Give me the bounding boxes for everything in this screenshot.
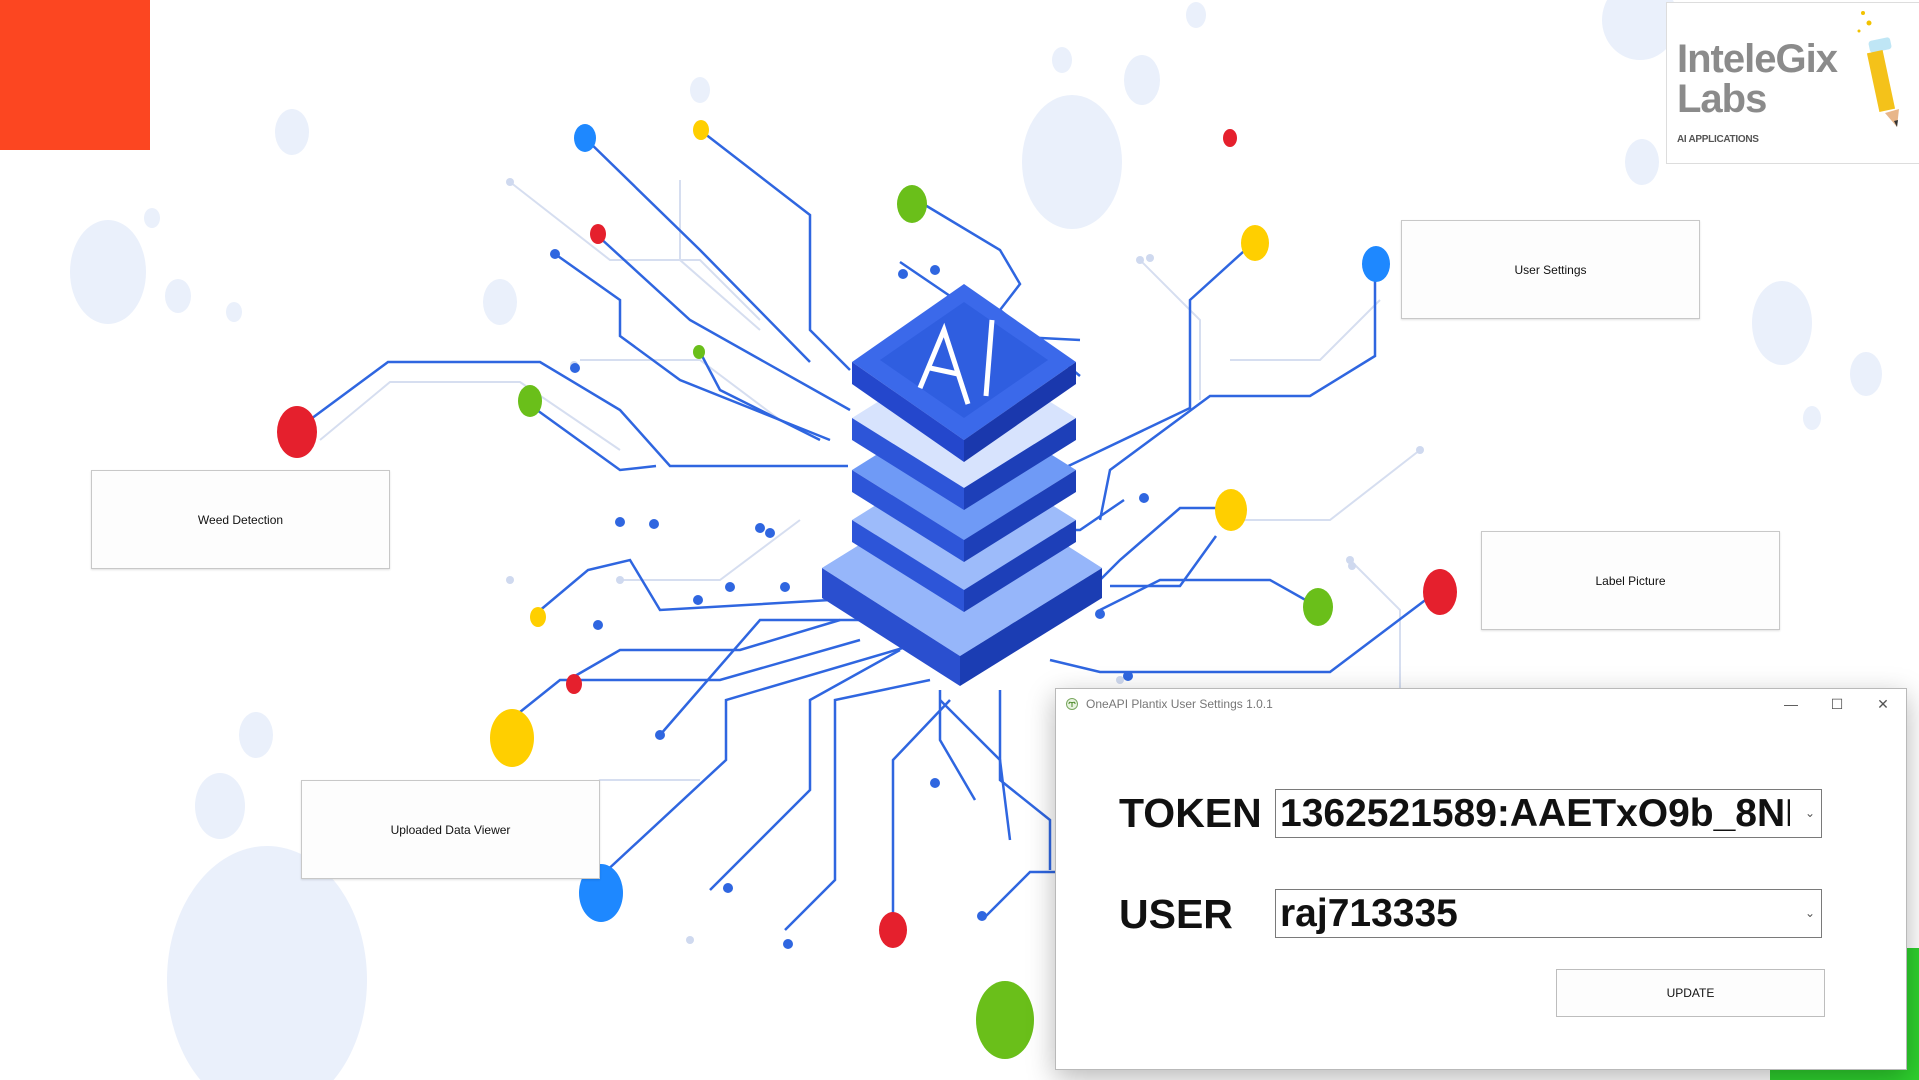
label-picture-label: Label Picture — [1595, 573, 1666, 588]
token-combobox[interactable]: 1362521589:AAETxO9b_8NL ⌄ — [1275, 789, 1822, 838]
user-combobox[interactable]: raj713335 ⌄ — [1275, 889, 1822, 938]
ai-chip-icon — [822, 284, 1102, 686]
minimize-button[interactable]: — — [1768, 689, 1814, 719]
user-value: raj713335 — [1280, 892, 1458, 935]
intelegix-labs-logo: InteleGix Labs AI APPLICATIONS — [1666, 2, 1919, 164]
user-settings-label: User Settings — [1514, 262, 1587, 277]
uploaded-data-viewer-label: Uploaded Data Viewer — [390, 822, 511, 837]
pencil-icon — [1857, 11, 1899, 127]
chevron-down-icon[interactable]: ⌄ — [1805, 806, 1815, 820]
dialog-titlebar[interactable]: OneAPI Plantix User Settings 1.0.1 — ☐ ✕ — [1056, 689, 1906, 719]
minimize-icon: — — [1784, 696, 1798, 712]
token-label: TOKEN — [1119, 790, 1262, 836]
chevron-down-icon[interactable]: ⌄ — [1805, 906, 1815, 920]
logo-tagline: AI APPLICATIONS — [1677, 134, 1759, 145]
token-value: 1362521589:AAETxO9b_8NL — [1280, 792, 1790, 835]
close-icon: ✕ — [1877, 695, 1889, 712]
weed-detection-button[interactable]: Weed Detection — [91, 470, 390, 569]
user-label: USER — [1119, 891, 1233, 937]
uploaded-data-viewer-button[interactable]: Uploaded Data Viewer — [301, 780, 600, 879]
weed-detection-label: Weed Detection — [197, 512, 284, 527]
update-button[interactable]: UPDATE — [1556, 969, 1825, 1017]
logo-line1: InteleGix — [1677, 37, 1838, 81]
user-settings-dialog: OneAPI Plantix User Settings 1.0.1 — ☐ ✕… — [1055, 688, 1907, 1070]
logo-line2: Labs — [1677, 77, 1767, 121]
dialog-title: OneAPI Plantix User Settings 1.0.1 — [1086, 697, 1273, 711]
plant-app-icon — [1066, 698, 1078, 710]
maximize-icon: ☐ — [1830, 695, 1844, 712]
orange-accent-block — [0, 0, 150, 150]
update-label: UPDATE — [1666, 986, 1715, 1000]
user-settings-button[interactable]: User Settings — [1401, 220, 1700, 319]
label-picture-button[interactable]: Label Picture — [1481, 531, 1780, 630]
close-button[interactable]: ✕ — [1860, 689, 1906, 719]
maximize-button[interactable]: ☐ — [1814, 689, 1860, 719]
